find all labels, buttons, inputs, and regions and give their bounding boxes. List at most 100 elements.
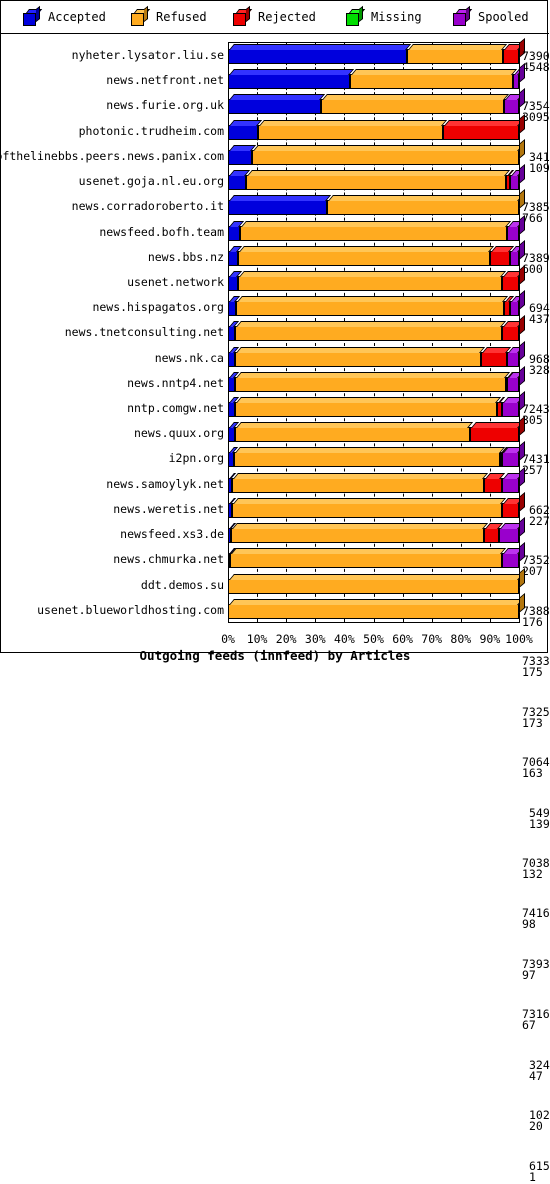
bar-segment-spooled[interactable] [507,371,524,392]
bar-segment-refused[interactable] [240,220,512,241]
bar-segment-spooled[interactable] [501,447,524,468]
bar-segment-spooled[interactable] [501,548,524,569]
bar-segment-refused[interactable] [236,296,509,317]
legend-item-refused[interactable]: Refused [131,5,207,26]
legend-label: Rejected [258,10,316,24]
category-label: news.quux.org [133,426,224,441]
stacked-bar[interactable] [228,466,525,493]
bar-segment-rejected[interactable] [469,422,524,443]
bar-segment-refused[interactable] [228,598,524,619]
stacked-bar[interactable] [228,239,525,266]
bar-segment-accepted[interactable] [228,270,242,291]
bar-segment-spooled[interactable] [510,296,524,317]
stacked-bar[interactable] [228,441,525,468]
bar-segment-accepted[interactable] [228,371,240,392]
bar-segment-refused[interactable] [231,472,489,493]
bar-total-value: 7393 [522,956,550,971]
bar-segment-refused[interactable] [320,94,509,115]
bar-segment-refused[interactable] [234,397,502,418]
stacked-bar[interactable] [228,214,525,241]
bar-secondary-value: 47 [529,1068,543,1083]
bar-segment-rejected[interactable] [501,270,524,291]
bar-segment-refused[interactable] [234,321,506,342]
bar-segment-accepted[interactable] [228,94,325,115]
bar-segment-accepted[interactable] [228,321,240,342]
stacked-bar[interactable] [228,164,525,191]
stacked-bar[interactable] [228,290,525,317]
bar-segment-rejected[interactable] [484,523,503,544]
bar-segment-accepted[interactable] [228,119,263,140]
stacked-bar[interactable] [228,113,525,140]
bar-segment-rejected[interactable] [443,119,524,140]
bar-segment-spooled[interactable] [507,346,524,367]
bar-segment-spooled[interactable] [501,397,524,418]
bar-segment-spooled[interactable] [504,94,524,115]
stacked-bar[interactable] [228,37,525,64]
bar-segment-spooled[interactable] [510,245,524,266]
bar-segment-top [229,94,325,101]
bar-segment-refused[interactable] [233,447,505,468]
legend-item-missing[interactable]: Missing [346,5,422,26]
bar-segment-refused[interactable] [228,573,524,594]
bar-end-side [519,542,525,563]
bar-segment-refused[interactable] [235,422,474,443]
stacked-bar[interactable] [228,416,525,443]
bar-segment-refused[interactable] [251,144,524,165]
bar-segment-rejected[interactable] [489,245,515,266]
chart-row: news.furie.org.uk34151091 [1,88,550,174]
bar-segment-accepted[interactable] [228,44,411,64]
bar-segment-accepted[interactable] [228,195,331,216]
bar-segment-accepted[interactable] [228,220,245,241]
bar-segment-refused[interactable] [230,523,489,544]
stacked-bar[interactable] [228,63,525,90]
bar-segment-refused[interactable] [326,195,524,216]
bar-segment-top [232,472,489,479]
bar-segment-accepted[interactable] [228,69,355,90]
bar-segment-refused[interactable] [246,170,510,191]
bar-segment-rejected[interactable] [502,44,524,64]
bar-segment-refused[interactable] [258,119,448,140]
bar-segment-accepted[interactable] [228,397,239,418]
bar-segment-spooled[interactable] [507,220,524,241]
bar-segment-refused[interactable] [234,346,486,367]
legend-item-accepted[interactable]: Accepted [23,5,106,26]
stacked-bar[interactable] [228,542,525,569]
bar-segment-accepted[interactable] [228,346,240,367]
stacked-bar[interactable] [228,315,525,342]
stacked-bar[interactable] [228,491,525,518]
stacked-bar[interactable] [228,365,525,392]
bar-segment-rejected[interactable] [481,346,512,367]
stacked-bar[interactable] [228,88,525,115]
bar-segment-rejected[interactable] [501,321,524,342]
bar-segment-accepted[interactable] [228,144,256,165]
stacked-bar[interactable] [228,264,525,291]
bar-segment-refused[interactable] [229,548,506,569]
bar-segment-refused[interactable] [231,497,506,518]
bar-segment-accepted[interactable] [228,296,241,317]
chart-row: nyheter.lysator.liu.se 7390 4548 [1,37,550,73]
stacked-bar[interactable] [228,567,525,594]
bar-segment-rejected[interactable] [501,497,524,518]
bar-segment-accepted[interactable] [228,245,243,266]
bar-segment-refused[interactable] [237,270,506,291]
bar-segment-rejected[interactable] [484,472,506,493]
bar-segment-spooled[interactable] [501,472,524,493]
legend-item-rejected[interactable]: Rejected [233,5,316,26]
stacked-bar[interactable] [228,517,525,544]
bar-segment-spooled[interactable] [498,523,524,544]
bar-segment-refused[interactable] [238,245,494,266]
stacked-bar[interactable] [228,592,525,619]
x-axis-line [228,622,520,623]
stacked-bar[interactable] [228,189,525,216]
bar-segment-spooled[interactable] [510,170,524,191]
stacked-bar[interactable] [228,340,525,367]
bar-segment-refused[interactable] [350,69,518,90]
bar-segment-top [237,296,509,303]
bar-segment-refused[interactable] [234,371,510,392]
bar-segment-accepted[interactable] [228,422,240,443]
bar-segment-refused[interactable] [406,44,508,64]
stacked-bar[interactable] [228,138,525,165]
stacked-bar[interactable] [228,390,525,418]
bar-segment-accepted[interactable] [228,170,251,191]
legend-item-spooled[interactable]: Spooled [453,5,529,26]
